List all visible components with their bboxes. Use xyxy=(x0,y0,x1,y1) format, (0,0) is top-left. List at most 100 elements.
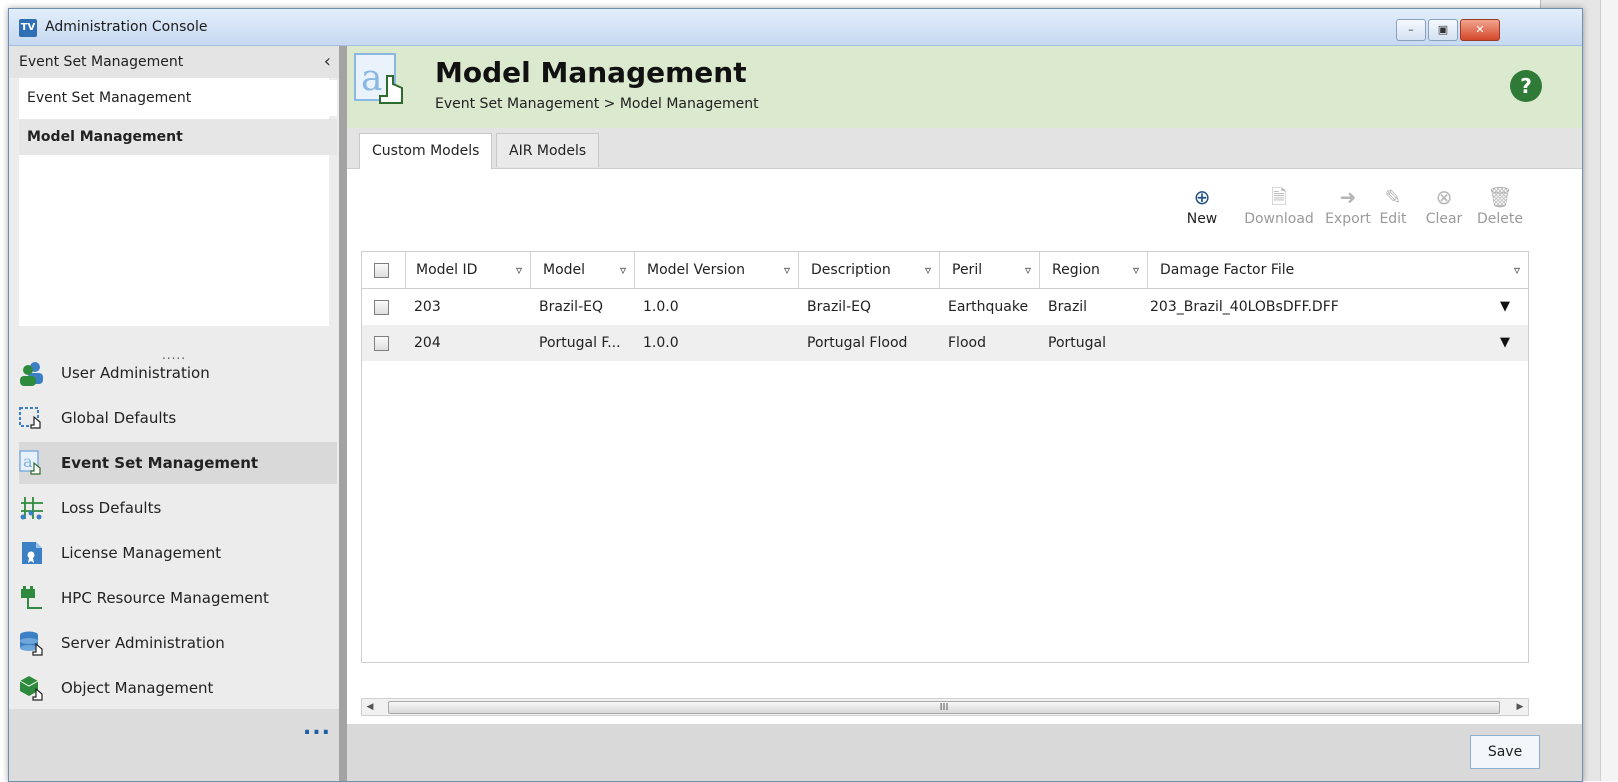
close-button[interactable]: ✕ xyxy=(1460,19,1500,41)
column-header-description[interactable]: Description ▿ xyxy=(799,252,940,288)
nav-item-global-defaults[interactable]: Global Defaults xyxy=(19,397,337,439)
edit-button[interactable]: ✎ Edit xyxy=(1370,183,1416,227)
users-icon xyxy=(20,362,43,386)
main-panel: a Model Management Event Set Management … xyxy=(347,46,1582,781)
title-bar: TV Administration Console – ▣ ✕ xyxy=(9,9,1582,46)
dropdown-arrow-icon[interactable]: ▼ xyxy=(1500,325,1510,361)
column-header-model-version[interactable]: Model Version ▿ xyxy=(635,252,799,288)
nav-label: User Administration xyxy=(61,364,210,382)
hpc-icon xyxy=(21,586,42,609)
global-defaults-icon xyxy=(19,407,41,429)
cell-damage-factor-file[interactable]: ▼ xyxy=(1148,325,1528,361)
nav-item-user-administration[interactable]: User Administration xyxy=(19,352,337,394)
background-window-edge xyxy=(1600,0,1618,781)
sidebar: Event Set Management ‹ Event Set Managem… xyxy=(9,46,347,781)
column-label: Model ID xyxy=(416,262,478,278)
nav-item-hpc-resource-management[interactable]: HPC Resource Management xyxy=(19,577,337,619)
new-button[interactable]: ⊕ New xyxy=(1174,183,1230,227)
filter-icon[interactable]: ▿ xyxy=(1514,252,1520,288)
select-all-checkbox[interactable] xyxy=(374,263,389,278)
clear-button[interactable]: ⊗ Clear xyxy=(1419,183,1469,227)
toolbar-label: Export xyxy=(1325,211,1371,227)
table-header-row: Model ID ▿ Model ▿ Model Version ▿ Descr… xyxy=(362,252,1528,289)
column-header-peril[interactable]: Peril ▿ xyxy=(940,252,1040,288)
collapse-chevron-icon[interactable]: ‹ xyxy=(324,51,331,72)
page-header: a Model Management Event Set Management … xyxy=(347,46,1582,128)
column-header-region[interactable]: Region ▿ xyxy=(1040,252,1148,288)
dropdown-arrow-icon[interactable]: ▼ xyxy=(1500,289,1510,325)
scrollbar-thumb[interactable]: III xyxy=(388,701,1500,714)
nav-item-object-management[interactable]: Object Management xyxy=(19,667,337,709)
column-header-model-id[interactable]: Model ID ▿ xyxy=(406,252,531,288)
nav-label: Event Set Management xyxy=(61,454,259,472)
column-label: Model Version xyxy=(647,262,745,278)
toolbar-label: Delete xyxy=(1477,211,1523,227)
filter-icon[interactable]: ▿ xyxy=(1133,252,1139,288)
window-title: Administration Console xyxy=(45,19,208,35)
model-management-icon: a xyxy=(354,53,403,104)
scroll-right-arrow-icon[interactable]: ▶ xyxy=(1512,699,1528,715)
cell-region: Portugal xyxy=(1048,335,1106,351)
toolbar-label: Edit xyxy=(1379,211,1407,227)
loss-defaults-icon xyxy=(20,497,43,520)
column-header-model[interactable]: Model ▿ xyxy=(531,252,635,288)
toolbar-label: Download xyxy=(1244,211,1314,227)
sidebar-footer: ... xyxy=(9,709,339,781)
horizontal-scrollbar[interactable]: ◀ III ▶ xyxy=(361,698,1529,716)
export-icon: ➜ xyxy=(1339,185,1357,209)
event-set-icon: a xyxy=(19,450,41,475)
filter-icon[interactable]: ▿ xyxy=(516,252,522,288)
minimize-button[interactable]: – xyxy=(1396,19,1426,41)
page-title: Model Management xyxy=(435,56,747,89)
row-checkbox[interactable] xyxy=(374,300,389,315)
nav-item-event-set-management[interactable]: a Event Set Management xyxy=(19,442,337,484)
filter-icon[interactable]: ▿ xyxy=(620,252,626,288)
pencil-icon: ✎ xyxy=(1384,185,1402,209)
nav-item-server-administration[interactable]: Server Administration xyxy=(19,622,337,664)
object-icon xyxy=(19,676,43,701)
filter-icon[interactable]: ▿ xyxy=(1025,252,1031,288)
table-row[interactable]: 204 Portugal F... 1.0.0 Portugal Flood F… xyxy=(362,325,1528,361)
cell-damage-factor-file[interactable]: 203_Brazil_40LOBsDFF.DFF ▼ xyxy=(1148,289,1528,325)
save-button[interactable]: Save xyxy=(1470,735,1540,769)
cell-peril: Flood xyxy=(948,335,986,351)
filter-icon[interactable]: ▿ xyxy=(925,252,931,288)
models-table: Model ID ▿ Model ▿ Model Version ▿ Descr… xyxy=(361,251,1529,663)
column-label: Description xyxy=(811,262,891,278)
cell-model-id: 204 xyxy=(414,335,441,351)
sidebar-subitem-event-set-management[interactable]: Event Set Management xyxy=(19,80,337,116)
select-all-cell xyxy=(362,252,406,288)
cell-model: Portugal F... xyxy=(539,335,621,351)
help-icon[interactable]: ? xyxy=(1510,70,1542,102)
admin-console-window: TV Administration Console – ▣ ✕ Event Se… xyxy=(8,8,1583,782)
maximize-button[interactable]: ▣ xyxy=(1428,19,1458,41)
app-icon: TV xyxy=(19,19,37,37)
nav-label: Loss Defaults xyxy=(61,499,162,517)
row-select-cell xyxy=(362,289,406,325)
nav-item-license-management[interactable]: License Management xyxy=(19,532,337,574)
sidebar-section-title: Event Set Management xyxy=(19,54,184,70)
scroll-left-arrow-icon[interactable]: ◀ xyxy=(362,699,378,715)
table-row[interactable]: 203 Brazil-EQ 1.0.0 Brazil-EQ Earthquake… xyxy=(362,289,1528,325)
cell-peril: Earthquake xyxy=(948,299,1029,315)
sidebar-section-header[interactable]: Event Set Management ‹ xyxy=(9,46,339,78)
tab-custom-models[interactable]: Custom Models xyxy=(359,133,493,169)
nav-item-loss-defaults[interactable]: Loss Defaults xyxy=(19,487,337,529)
download-button[interactable]: 🗎 Download xyxy=(1243,183,1315,227)
filter-icon[interactable]: ▿ xyxy=(784,252,790,288)
nav-label: Object Management xyxy=(61,679,214,697)
column-label: Peril xyxy=(952,262,983,278)
cell-region: Brazil xyxy=(1048,299,1088,315)
tab-bar: Custom Models AIR Models xyxy=(347,128,1582,169)
sidebar-subitem-model-management[interactable]: Model Management xyxy=(19,119,337,155)
delete-button[interactable]: 🗑 Delete xyxy=(1474,183,1526,227)
toolbar-label: New xyxy=(1186,211,1218,227)
column-label: Region xyxy=(1052,262,1100,278)
export-button[interactable]: ➜ Export xyxy=(1320,183,1376,227)
row-checkbox[interactable] xyxy=(374,336,389,351)
tab-air-models[interactable]: AIR Models xyxy=(496,133,600,167)
cell-description: Brazil-EQ xyxy=(807,299,871,315)
cell-model: Brazil-EQ xyxy=(539,299,603,315)
more-options-icon[interactable]: ... xyxy=(303,715,331,740)
column-header-damage-factor-file[interactable]: Damage Factor File ▿ xyxy=(1148,252,1528,288)
